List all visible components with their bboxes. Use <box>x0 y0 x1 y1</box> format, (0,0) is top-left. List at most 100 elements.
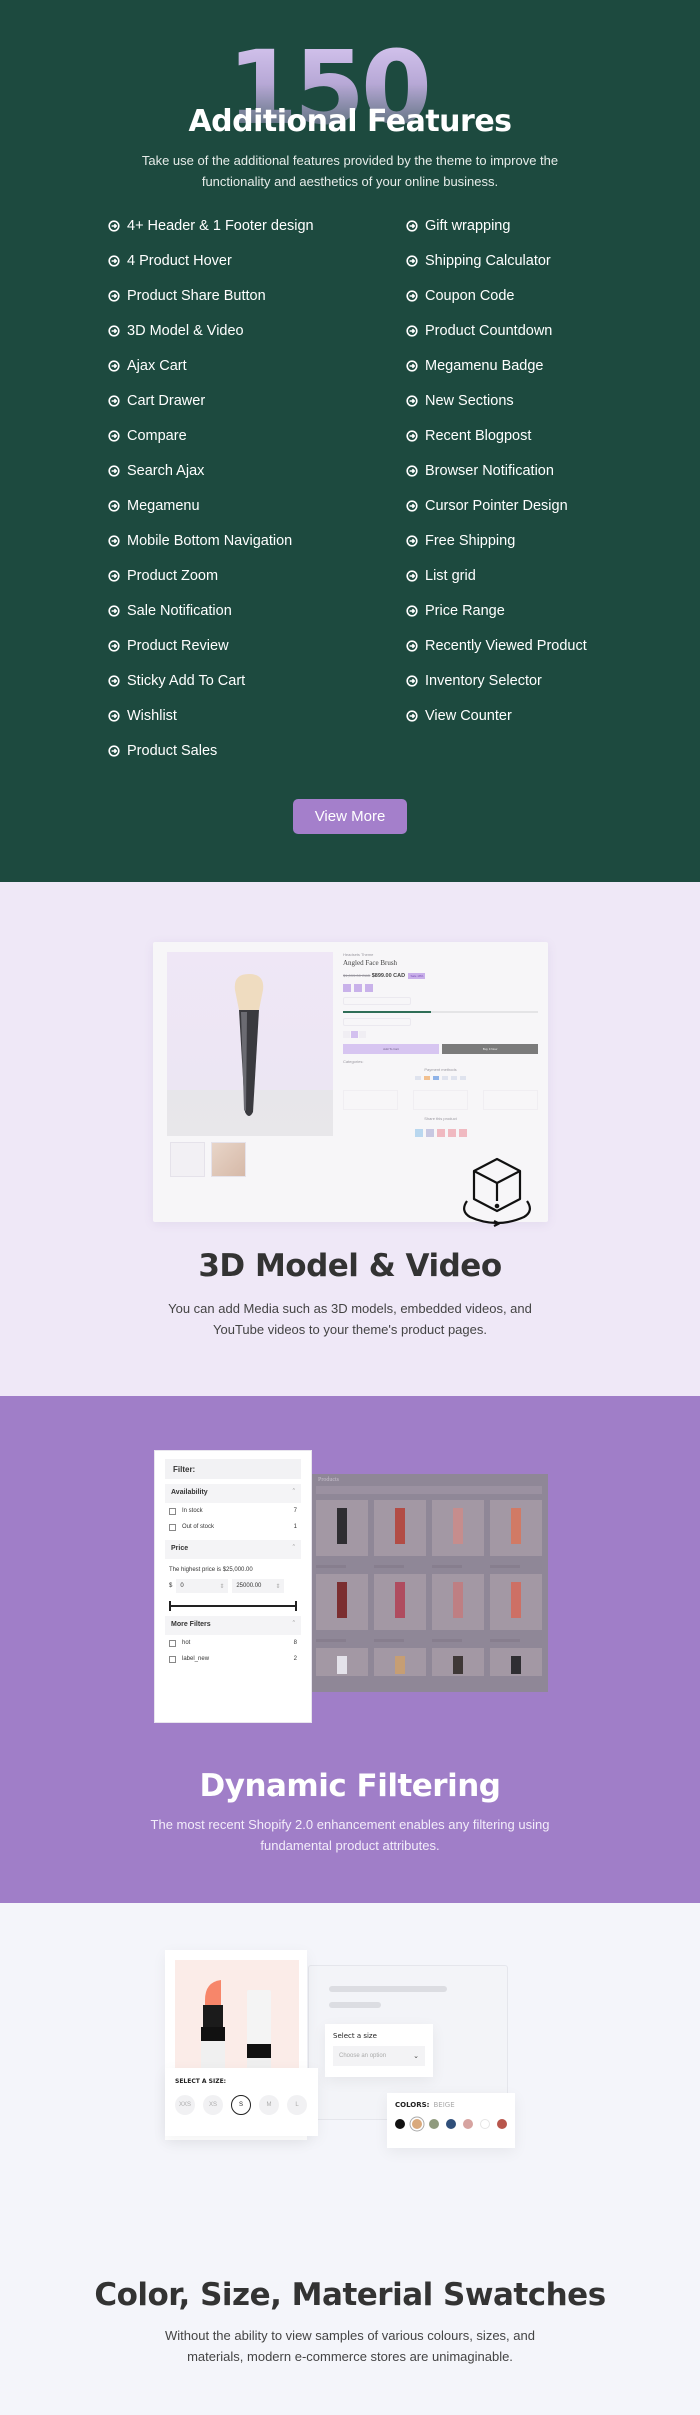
view-more-button[interactable]: View More <box>293 799 407 834</box>
size-option-button[interactable]: M <box>259 2095 279 2115</box>
swatches-section-subtitle: Without the ability to view samples of v… <box>165 2328 535 2364</box>
product-card[interactable] <box>316 1500 368 1568</box>
product-card[interactable] <box>432 1500 484 1568</box>
select-size-label: Select a size <box>333 2032 377 2040</box>
select-size-card: Select a size Choose an option ⌄ <box>325 2024 433 2077</box>
range-handle-min[interactable] <box>169 1601 171 1611</box>
circle-arrow-right-icon <box>406 360 418 372</box>
share-facebook-icon[interactable] <box>414 1129 423 1137</box>
checkbox[interactable] <box>169 1507 176 1515</box>
filter-more-toggle[interactable]: More Filters ˆ <box>165 1616 301 1635</box>
product-card[interactable] <box>490 1574 542 1642</box>
size-option-button[interactable]: XXS <box>175 2095 195 2115</box>
product-card[interactable] <box>374 1648 426 1676</box>
color-swatch[interactable] <box>497 2119 507 2129</box>
filtering-section-subtitle: The most recent Shopify 2.0 enhancement … <box>150 1817 550 1853</box>
color-swatch[interactable] <box>480 2119 490 2129</box>
price-note: The highest price is $25,000.00 <box>169 1567 253 1573</box>
feature-label: Coupon Code <box>425 288 515 304</box>
filter-option-label: In stock <box>182 1508 203 1514</box>
filter-availability-toggle[interactable]: Availability ˆ <box>165 1484 301 1503</box>
filter-option-label: hot <box>182 1640 191 1646</box>
checkbox[interactable] <box>169 1523 176 1531</box>
feature-label: Product Share Button <box>127 288 266 304</box>
circle-arrow-right-icon <box>406 395 418 407</box>
price-min-input[interactable]: 0 ⇕ <box>176 1579 229 1593</box>
size-dropdown[interactable]: Choose an option ⌄ <box>333 2046 425 2066</box>
price-range-slider[interactable] <box>169 1601 297 1611</box>
price-inputs: $ 0 ⇕ 25000.00 ⇕ <box>165 1579 301 1593</box>
chevron-up-icon: ˆ <box>292 1545 295 1552</box>
color-swatch[interactable] <box>429 2119 439 2129</box>
share-twitter-icon[interactable] <box>425 1129 434 1137</box>
feature-label: List grid <box>425 568 476 584</box>
feature-item: Cart Drawer <box>108 389 406 413</box>
feature-label: New Sections <box>425 393 514 409</box>
checkbox[interactable] <box>169 1639 176 1647</box>
size-option-button[interactable]: XS <box>203 2095 223 2115</box>
feature-item: Gift wrapping <box>406 214 628 238</box>
feature-item: Price Range <box>406 599 628 623</box>
features-list: 4+ Header & 1 Footer design 4 Product Hov… <box>108 214 628 774</box>
size-option-button[interactable]: L <box>287 2095 307 2115</box>
range-handle-max[interactable] <box>295 1601 297 1611</box>
thumbnail-1[interactable] <box>170 1142 205 1177</box>
share-pinterest-icon[interactable] <box>436 1129 445 1137</box>
buy-now-button[interactable]: Buy It Now <box>442 1044 538 1054</box>
feature-label: Wishlist <box>127 708 177 724</box>
add-to-cart-button[interactable]: Add To Cart <box>343 1044 439 1054</box>
circle-arrow-right-icon <box>406 605 418 617</box>
product-card[interactable] <box>374 1574 426 1642</box>
circle-arrow-right-icon <box>406 220 418 232</box>
stock-progress-bar <box>343 1011 538 1013</box>
product-card[interactable] <box>490 1648 542 1676</box>
quantity-stepper[interactable] <box>343 1031 538 1038</box>
circle-arrow-right-icon <box>108 605 120 617</box>
circle-arrow-right-icon <box>108 395 120 407</box>
filter-option[interactable]: Out of stock 1 <box>165 1519 301 1535</box>
chevron-down-icon: ⌄ <box>413 2053 419 2060</box>
product-card[interactable] <box>374 1500 426 1568</box>
checkbox[interactable] <box>169 1655 176 1663</box>
feature-item: Shipping Calculator <box>406 249 628 273</box>
product-card[interactable] <box>432 1574 484 1642</box>
feature-item: 4+ Header & 1 Footer design <box>108 214 406 238</box>
color-swatch[interactable] <box>412 2119 422 2129</box>
share-email-icon[interactable] <box>458 1129 467 1137</box>
product-card[interactable] <box>316 1648 368 1676</box>
feature-item: Megamenu Badge <box>406 354 628 378</box>
product-card[interactable] <box>316 1574 368 1642</box>
filter-price-toggle[interactable]: Price ˆ <box>165 1540 301 1559</box>
share-pinterest2-icon[interactable] <box>447 1129 456 1137</box>
wishlist-icon[interactable] <box>343 984 351 992</box>
filter-option-label: Out of stock <box>182 1524 215 1530</box>
feature-item: Sale Notification <box>108 599 406 623</box>
filter-option[interactable]: label_new 2 <box>165 1651 301 1667</box>
size-option-button[interactable]: S <box>231 2095 251 2115</box>
filter-option[interactable]: hot 8 <box>165 1635 301 1651</box>
categories-label: Categories: <box>343 1059 364 1064</box>
color-swatch[interactable] <box>463 2119 473 2129</box>
color-swatch[interactable] <box>395 2119 405 2129</box>
circle-arrow-right-icon <box>108 675 120 687</box>
color-swatch[interactable] <box>446 2119 456 2129</box>
feature-item: Mobile Bottom Navigation <box>108 529 406 553</box>
product-card[interactable] <box>490 1500 542 1568</box>
feature-item: Sticky Add To Cart <box>108 669 406 693</box>
price-max-input[interactable]: 25000.00 ⇕ <box>232 1579 285 1593</box>
thumbnail-2[interactable] <box>211 1142 246 1177</box>
circle-arrow-right-icon <box>406 675 418 687</box>
service-features <box>343 1090 538 1110</box>
filter-option[interactable]: In stock 7 <box>165 1503 301 1519</box>
color-swatch-card: COLORS: BEIGE <box>387 2093 515 2148</box>
product-card[interactable] <box>432 1648 484 1676</box>
feature-item: Product Review <box>108 634 406 658</box>
model-section-title: 3D Model & Video <box>198 1248 502 1284</box>
compare-icon[interactable] <box>354 984 362 992</box>
share-icon[interactable] <box>365 984 373 992</box>
color-swatches <box>395 2119 507 2129</box>
feature-label: Sale Notification <box>127 603 232 619</box>
feature-item: Product Zoom <box>108 564 406 588</box>
filter-option-count: 2 <box>293 1656 297 1662</box>
product-title: Angled Face Brush <box>343 959 398 967</box>
